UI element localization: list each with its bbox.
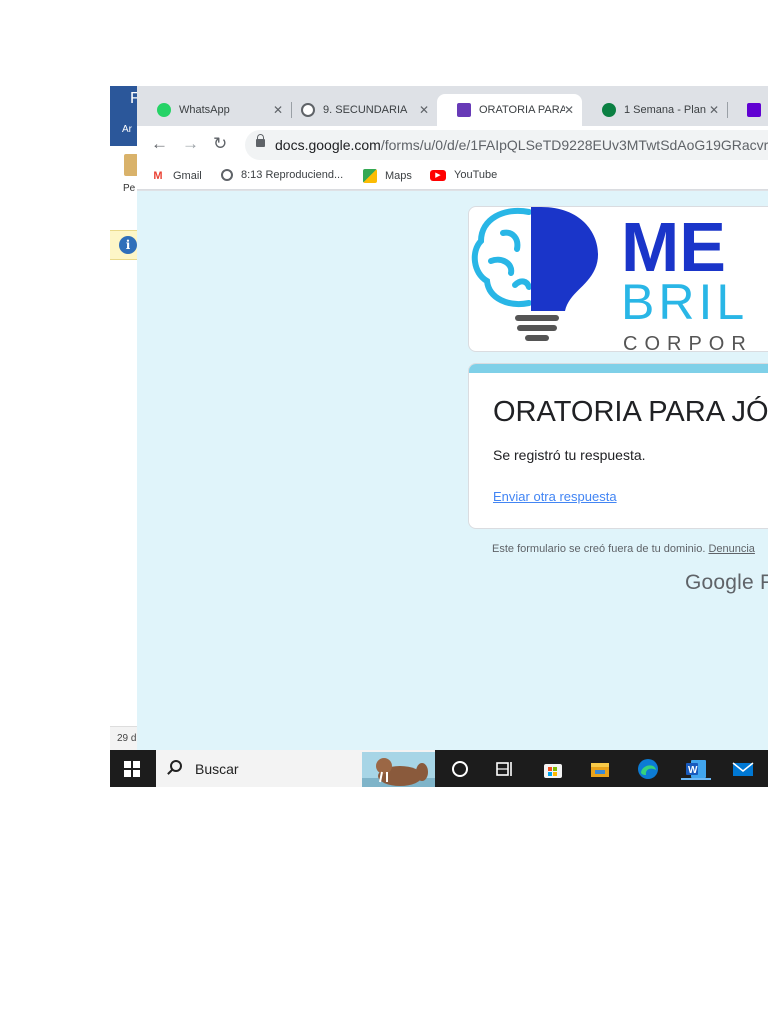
bookmark-label: Gmail [173,170,202,182]
word-status-bar: 29 d [110,726,137,750]
form-header-banner: ME BRIL CORPOR [468,206,768,352]
word-window-background: F Ar Pe i 29 d [110,86,137,750]
bookmarks-bar: M Gmail 8:13 Reproduciend... Maps ▶ YouT… [137,164,768,190]
word-ribbon-tab[interactable]: Ar [122,124,132,135]
address-host: docs.google.com [275,137,381,153]
forward-arrow-icon[interactable]: → [182,135,199,153]
word-ribbon: F Ar [110,86,137,146]
tab-oratoria[interactable]: ORATORIA PARA ✕ [437,94,582,126]
screenshot-frame: F Ar Pe i 29 d WhatsApp ✕ 9. SECUNDARIA … [110,86,768,787]
brand-logo: ME BRIL CORPOR [471,207,753,352]
tab-yahoo[interactable]: Re [727,94,768,126]
windows-taskbar: Buscar W [110,750,768,787]
bookmark-gmail[interactable]: M Gmail [151,169,202,183]
bulb-base-stripe [515,315,559,321]
taskbar-search-placeholder: Buscar [195,761,239,777]
bookmark-label: Maps [385,170,412,182]
tab-title: 9. SECUNDARIA [323,104,408,116]
report-abuse-link[interactable]: Denuncia [708,543,754,555]
sync-icon [602,103,616,117]
paste-icon[interactable] [124,154,137,176]
form-title: ORATORIA PARA JÓ [493,396,768,428]
whatsapp-icon [157,103,171,117]
gmail-icon: M [153,170,163,182]
bookmark-label: YouTube [454,169,498,181]
search-highlight-walrus-image[interactable] [362,752,435,787]
microsoft-store-icon[interactable] [542,758,564,780]
browser-window: WhatsApp ✕ 9. SECUNDARIA ✕ ORATORIA PARA… [137,86,768,750]
bookmark-maps[interactable]: Maps [363,169,412,183]
maps-icon [363,169,377,183]
confirmation-message: Se registró tu respuesta. [493,447,646,463]
reload-icon[interactable]: ↻ [213,135,227,153]
tab-title: 1 Semana - Plan [624,104,706,116]
word-status-text: 29 d [117,733,137,744]
close-icon[interactable]: ✕ [419,103,429,117]
bulb-base-stripe [525,335,549,341]
tab-title: WhatsApp [179,104,230,116]
close-icon[interactable]: ✕ [564,103,574,117]
address-bar[interactable]: docs.google.com/forms/u/0/d/e/1FAIpQLSeT… [245,130,768,160]
lightbulb-icon [531,207,599,311]
google-forms-icon [457,103,471,117]
tab-strip: WhatsApp ✕ 9. SECUNDARIA ✕ ORATORIA PARA… [137,86,768,126]
address-url: docs.google.com/forms/u/0/d/e/1FAIpQLSeT… [275,137,768,153]
form-disclaimer: Este formulario se creó fuera de tu domi… [492,543,755,555]
bookmark-reproduciendo[interactable]: 8:13 Reproduciend... [221,169,343,181]
tab-secundaria[interactable]: 9. SECUNDARIA ✕ [281,94,437,126]
bulb-base-stripe [517,325,557,331]
disclaimer-text: Este formulario se creó fuera de tu domi… [492,543,706,555]
file-explorer-icon[interactable] [589,758,611,780]
confirmation-card: ORATORIA PARA JÓ Se registró tu respuest… [468,363,768,529]
logo-word-2: BRIL [621,274,748,330]
tab-semana[interactable]: 1 Semana - Plan ✕ [582,94,727,126]
close-icon[interactable]: ✕ [709,103,719,117]
paste-label: Pe [123,183,136,194]
bookmark-youtube[interactable]: ▶ YouTube [430,169,497,181]
info-icon: i [119,236,137,254]
brain-icon [471,207,532,307]
word-info-bar: i [110,230,137,260]
back-arrow-icon[interactable]: ← [151,135,168,153]
edge-browser-icon[interactable] [637,758,659,780]
task-view-icon[interactable] [494,758,516,780]
address-path: /forms/u/0/d/e/1FAIpQLSeTD9228EUv3MTwtSd… [380,137,768,153]
youtube-icon: ▶ [430,169,446,181]
svg-text:W: W [688,765,698,776]
cortana-icon[interactable] [449,758,471,780]
logo-word-3: CORPOR [623,333,753,352]
globe-icon [301,103,315,117]
submit-another-response-link[interactable]: Enviar otra respuesta [493,489,617,504]
windows-start-icon[interactable] [124,761,140,777]
yahoo-icon [747,103,761,117]
lock-icon[interactable] [256,134,265,147]
search-icon [170,760,182,772]
mail-app-icon[interactable] [732,758,754,780]
word-app-icon[interactable]: W [681,758,711,780]
card-accent-bar [469,364,768,373]
active-app-indicator [681,778,711,780]
tab-whatsapp[interactable]: WhatsApp ✕ [137,94,291,126]
browser-toolbar: ← → ↻ docs.google.com/forms/u/0/d/e/1FAI… [137,126,768,164]
word-ribbon-glyph: F [130,90,137,107]
taskbar-search-box[interactable]: Buscar [156,750,435,787]
google-forms-brand: Google F [685,571,768,594]
tab-title: ORATORIA PARA [479,104,565,116]
globe-icon [221,169,233,181]
page-content: ME BRIL CORPOR ORATORIA PARA JÓ Se regis… [137,191,768,750]
bookmark-label: 8:13 Reproduciend... [241,169,344,181]
